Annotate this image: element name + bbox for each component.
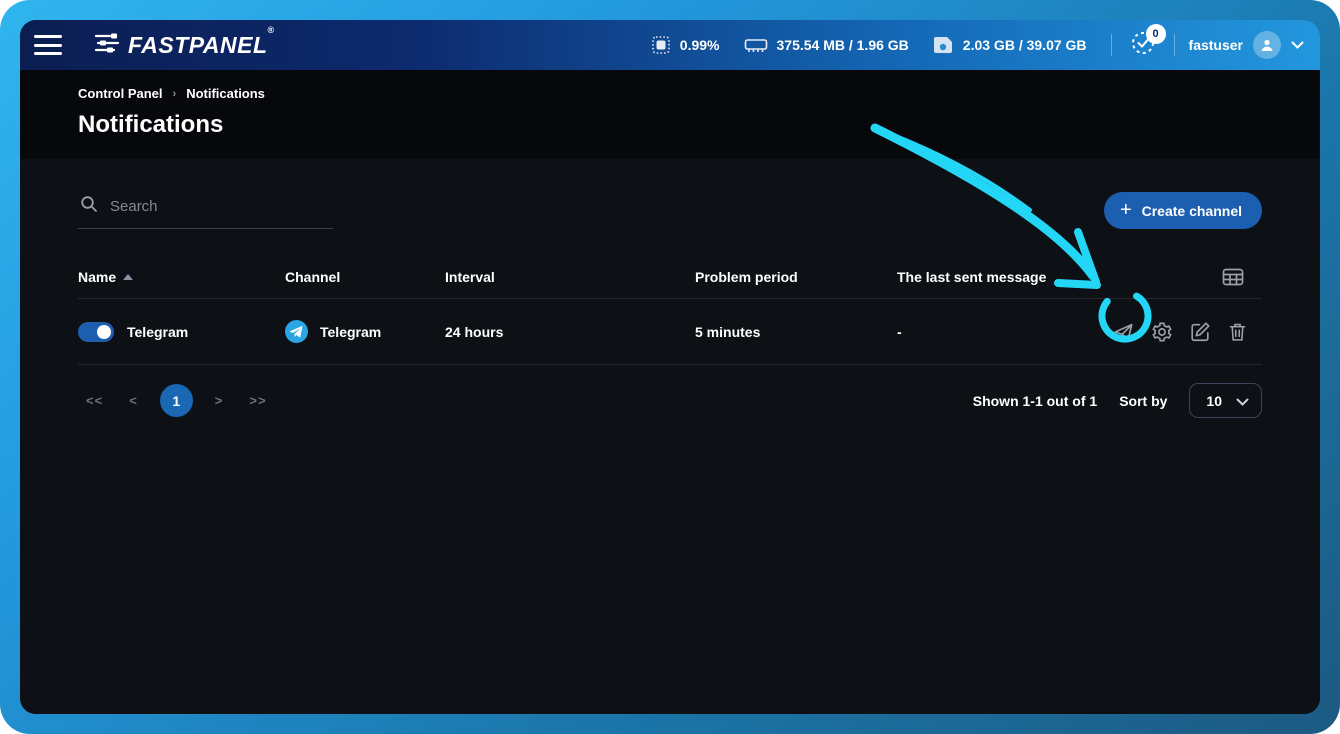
channel-name: Telegram [127,324,188,340]
telegram-icon [285,320,308,343]
header-last-sent[interactable]: The last sent message [897,269,1100,285]
cell-interval: 24 hours [445,324,695,340]
ram-stat: 375.54 MB / 1.96 GB [744,36,909,54]
header-channel[interactable]: Channel [285,269,445,285]
pager: << < 1 > >> [78,384,275,417]
table-row: Telegram Telegram 24 hours 5 minutes - [78,299,1262,365]
page-first-button[interactable]: << [78,387,111,414]
cpu-stat: 0.99% [651,35,720,55]
cpu-icon [651,35,671,55]
sort-by-label: Sort by [1119,393,1167,409]
channel-enabled-toggle[interactable] [78,322,114,342]
user-menu[interactable]: fastuser [1189,31,1304,59]
topbar-separator [1174,34,1175,56]
shown-count: Shown 1-1 out of 1 [973,393,1097,409]
page-title: Notifications [78,111,1262,139]
fastpanel-logo[interactable]: FASTPANEL® [94,32,275,59]
header-actions [1100,268,1262,286]
breadcrumb: Control Panel › Notifications [78,86,1262,101]
toolbar: + Create channel [78,187,1262,229]
tasks-button[interactable]: 0 [1126,28,1160,62]
channel-type: Telegram [320,324,381,340]
column-settings-button[interactable] [1222,268,1244,286]
sort-asc-icon[interactable] [123,274,133,280]
username: fastuser [1189,37,1243,53]
send-test-message-button[interactable] [1112,321,1135,343]
topbar-right: 0.99% 375.54 MB / 1.96 GB [651,28,1304,62]
header-problem-period[interactable]: Problem period [695,269,897,285]
page-last-button[interactable]: >> [241,387,274,414]
tasks-badge: 0 [1146,24,1166,44]
settings-gear-button[interactable] [1151,321,1173,343]
create-channel-button[interactable]: + Create channel [1104,192,1262,229]
topbar-separator [1111,34,1112,56]
header-interval[interactable]: Interval [445,269,695,285]
disk-icon [933,35,954,55]
disk-value: 2.03 GB / 39.07 GB [963,37,1087,53]
disk-stat: 2.03 GB / 39.07 GB [933,35,1087,55]
page-header: Control Panel › Notifications Notificati… [20,70,1320,159]
chevron-down-icon [1291,36,1304,54]
table-header-row: Name Channel Interval Problem period The… [78,255,1262,299]
create-channel-label: Create channel [1142,203,1242,219]
search-input[interactable] [110,198,331,215]
chevron-down-icon [1236,393,1249,409]
menu-hamburger-icon[interactable] [34,35,62,55]
page-frame: FASTPANEL® 0.99% [0,0,1340,734]
search-icon [80,195,98,218]
page-size-select[interactable]: 10 [1189,383,1262,418]
cell-name: Telegram [78,322,285,342]
ram-value: 375.54 MB / 1.96 GB [777,37,909,53]
page-prev-button[interactable]: < [121,387,146,414]
ram-icon [744,36,768,54]
avatar [1253,31,1281,59]
app-window: FASTPANEL® 0.99% [20,20,1320,714]
delete-button[interactable] [1227,321,1248,343]
cell-channel: Telegram [285,320,445,343]
logo-text: FASTPANEL® [128,32,275,59]
page-next-button[interactable]: > [207,387,232,414]
page-size-value: 10 [1206,393,1222,409]
sliders-icon [94,32,120,59]
cell-actions [1100,321,1262,343]
page-current[interactable]: 1 [160,384,193,417]
header-name[interactable]: Name [78,269,285,285]
edit-button[interactable] [1189,321,1211,343]
breadcrumb-notifications[interactable]: Notifications [186,86,265,101]
main-content: + Create channel Name Channel Interval P… [20,159,1320,714]
pagination-bar: << < 1 > >> Shown 1-1 out of 1 Sort by 1… [78,383,1262,418]
topbar: FASTPANEL® 0.99% [20,20,1320,70]
footer-text: FASTPANEL (C) 2024. ALL RIGHTS RESERVED. [20,709,1320,714]
breadcrumb-separator: › [173,88,177,100]
search-field[interactable] [78,187,333,229]
pager-info: Shown 1-1 out of 1 Sort by 10 [973,383,1262,418]
channels-table: Name Channel Interval Problem period The… [78,255,1262,365]
cell-last-sent: - [897,324,1100,340]
cpu-value: 0.99% [680,37,720,53]
plus-icon: + [1120,200,1132,220]
breadcrumb-control-panel[interactable]: Control Panel [78,86,163,101]
cell-problem-period: 5 minutes [695,324,897,340]
